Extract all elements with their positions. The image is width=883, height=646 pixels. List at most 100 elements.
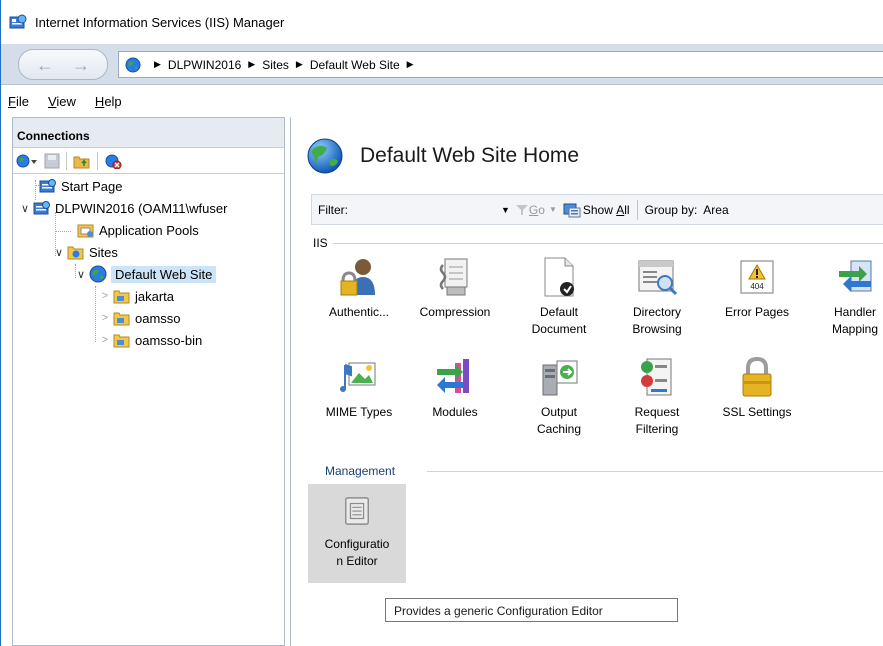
go-dropdown-arrow-icon[interactable]: ▼ (549, 205, 557, 214)
menu-view-label: iew (56, 93, 76, 109)
feature-icon-wrap (407, 254, 503, 300)
go-label: o (538, 202, 545, 217)
tree-app-pools[interactable]: Application Pools (75, 219, 199, 241)
up-folder-icon[interactable] (73, 153, 91, 169)
feature-directory-browsing[interactable]: Directory Browsing (609, 254, 705, 338)
menu-help[interactable]: Help (95, 94, 122, 109)
feature-label: Compression (419, 305, 491, 319)
go-accesskey: G (528, 202, 539, 217)
feature-icon-wrap (609, 254, 705, 300)
feature-authentication[interactable]: Authentic... (311, 254, 407, 321)
server-icon (33, 201, 50, 215)
feature-icon-wrap (308, 490, 406, 532)
window-title: Internet Information Services (IIS) Mana… (35, 14, 285, 30)
show-all-icon (563, 203, 581, 217)
breadcrumb-sites[interactable]: Sites (262, 58, 289, 72)
tree-default-web-site[interactable]: ∨ Default Web Site (75, 263, 217, 285)
menu-help-label: elp (104, 93, 122, 109)
section-divider (427, 471, 883, 472)
tree-server-label: DLPWIN2016 (OAM11\wfuser (55, 200, 228, 216)
tree-app-oamsso-bin[interactable]: > oamsso-bin (99, 329, 202, 351)
tree-sites-label: Sites (89, 244, 118, 260)
application-folder-icon (113, 312, 130, 326)
tree-app-label: jakarta (135, 288, 175, 304)
show-all-label-rest: ll (624, 202, 630, 217)
expand-chevron-icon[interactable]: ∨ (75, 268, 87, 281)
save-icon[interactable] (44, 153, 60, 169)
iis-manager-window: Internet Information Services (IIS) Mana… (0, 0, 883, 646)
feature-modules[interactable]: Modules (407, 354, 503, 421)
tree-sites[interactable]: ∨ Sites (53, 241, 118, 263)
tree-app-oamsso[interactable]: > oamsso (99, 307, 181, 329)
tree-start-page[interactable]: Start Page (37, 175, 122, 197)
feature-label: Output (540, 405, 578, 419)
feature-icon-wrap (609, 354, 705, 400)
breadcrumb-default-site[interactable]: Default Web Site (310, 58, 400, 72)
tree-app-pools-label: Application Pools (99, 222, 199, 238)
page-header: Default Web Site Home (305, 136, 579, 176)
forward-arrow-icon[interactable]: → (72, 56, 90, 74)
connections-header: Connections (13, 118, 284, 148)
nav-buttons: ← → (18, 49, 108, 80)
tree-app-label: oamsso (135, 310, 181, 326)
go-button[interactable]: Go ▼ (515, 203, 557, 217)
show-all-accesskey: A (616, 202, 625, 217)
toolbar-separator (97, 151, 98, 170)
feature-output-caching[interactable]: Output Caching (511, 354, 607, 438)
application-folder-icon (113, 334, 130, 348)
expand-chevron-icon[interactable]: ∨ (53, 246, 65, 259)
mime-types-icon (340, 362, 376, 392)
collapsed-chevron-icon[interactable]: > (99, 312, 111, 324)
error-code-text: 404 (750, 282, 764, 291)
show-all-label: Show (582, 202, 617, 217)
tree-guide-line (95, 286, 96, 342)
padlock-icon (742, 356, 772, 397)
menu-help-accesskey: H (94, 93, 105, 109)
feature-icon-wrap (807, 254, 883, 300)
feature-error-pages[interactable]: 404 Error Pages (709, 254, 805, 321)
toolbar-separator (66, 151, 67, 170)
connections-toolbar (13, 148, 284, 174)
feature-ssl-settings[interactable]: SSL Settings (709, 354, 805, 421)
back-arrow-icon[interactable]: ← (36, 56, 54, 74)
tree-app-jakarta[interactable]: > jakarta (99, 285, 174, 307)
menu-view[interactable]: View (48, 94, 76, 109)
disconnect-icon[interactable] (104, 153, 122, 169)
connect-icon[interactable] (16, 153, 38, 169)
filter-label: Filter: (318, 202, 348, 217)
feature-configuration-editor[interactable]: Configuratio n Editor (308, 484, 406, 583)
show-all-button[interactable]: Show All (563, 202, 630, 218)
feature-handler-mappings[interactable]: Handler Mapping (807, 254, 883, 338)
page-title: Default Web Site Home (360, 144, 580, 167)
feature-label: Directory (632, 305, 681, 319)
tree-server[interactable]: ∨ DLPWIN2016 (OAM11\wfuser (19, 197, 227, 219)
breadcrumb-server[interactable]: DLPWIN2016 (168, 58, 241, 72)
breadcrumb[interactable]: ▶ DLPWIN2016 ▶ Sites ▶ Default Web Site … (118, 51, 883, 78)
feature-request-filtering[interactable]: Request Filtering (609, 354, 705, 438)
connections-pane: Connections Start Page ∨ DLPWIN2016 (OAM… (12, 117, 285, 646)
tree-app-label: oamsso-bin (135, 332, 203, 348)
menu-file-label: ile (15, 93, 29, 109)
group-by-select[interactable]: Area (703, 203, 728, 217)
tree-start-page-label: Start Page (61, 178, 123, 194)
globe-icon (125, 57, 141, 72)
collapsed-chevron-icon[interactable]: > (99, 334, 111, 346)
feature-compression[interactable]: Compression (407, 254, 503, 321)
expand-chevron-icon[interactable]: ∨ (19, 202, 31, 215)
feature-label-line2: Browsing (632, 322, 682, 336)
menu-file[interactable]: File (8, 94, 29, 109)
feature-mime-types[interactable]: MIME Types (311, 354, 407, 421)
filter-dropdown-arrow-icon[interactable]: ▼ (501, 205, 510, 215)
collapsed-chevron-icon[interactable]: > (99, 290, 111, 302)
features-view: Default Web Site Home Filter: ▼ Go ▼ Sho… (290, 117, 883, 646)
filter-input[interactable] (351, 198, 501, 221)
request-filtering-icon (641, 358, 672, 396)
directory-browsing-icon (638, 260, 678, 296)
feature-label-line2: n Editor (336, 554, 378, 568)
feature-label-line2: Filtering (635, 422, 679, 436)
feature-default-document[interactable]: Default Document (511, 254, 607, 338)
menu-bar: File View Help (1, 86, 883, 116)
breadcrumb-separator: ▶ (248, 59, 256, 69)
group-by-label: Group by: (644, 202, 698, 217)
handler-mappings-icon (839, 260, 872, 292)
